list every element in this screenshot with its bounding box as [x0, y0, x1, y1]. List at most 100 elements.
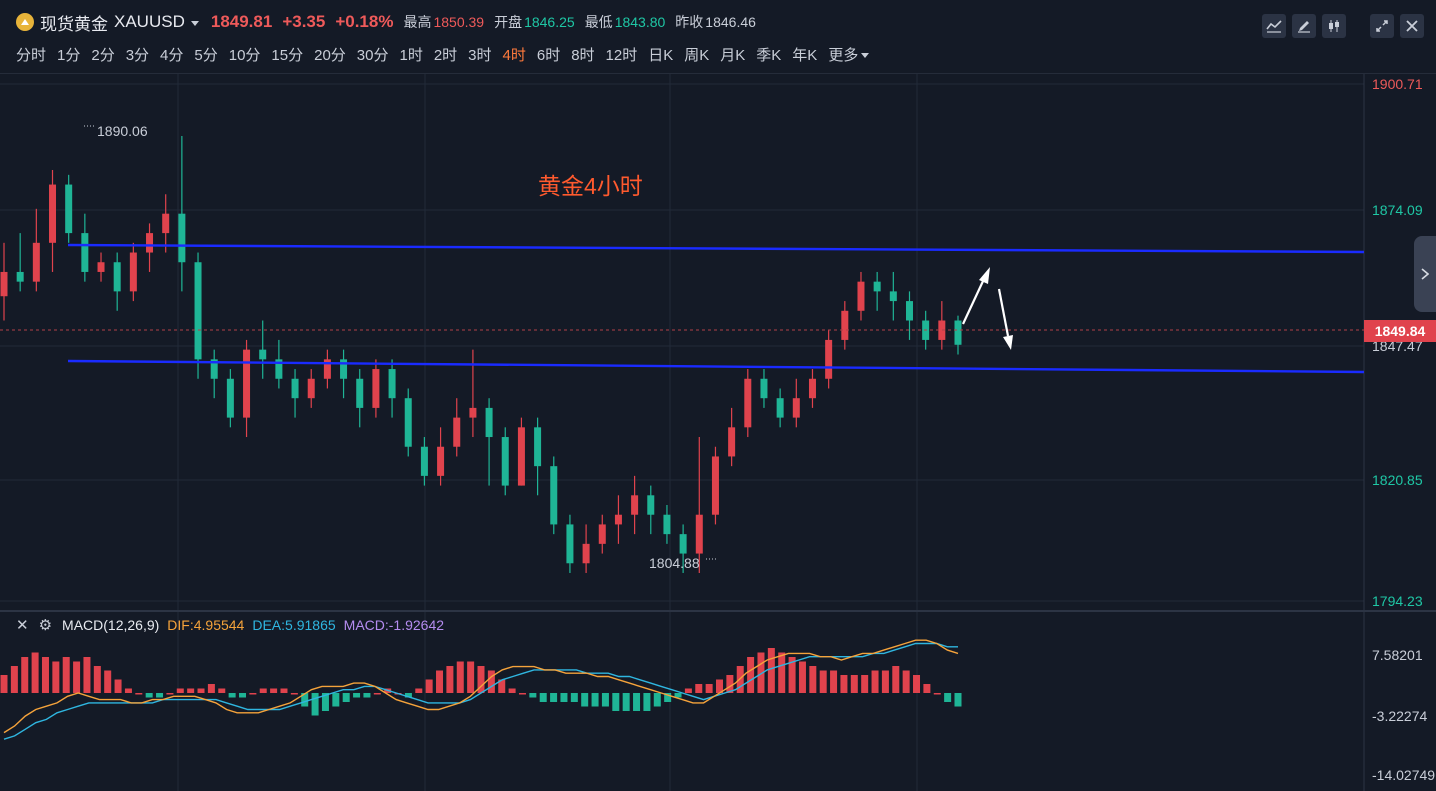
macd-bar: [415, 688, 423, 693]
high-value: 1850.39: [433, 14, 485, 30]
tab-period[interactable]: 更多: [828, 44, 870, 65]
candle: [16, 233, 24, 292]
candle-body: [792, 398, 800, 418]
open-label: 开盘: [494, 14, 523, 30]
tab-period[interactable]: 15分: [271, 44, 303, 65]
macd-chart[interactable]: 7.58201 -3.22274 -14.02749: [0, 612, 1436, 791]
open-value: 1846.25: [524, 14, 575, 30]
candle: [728, 407, 736, 467]
candle-body: [469, 407, 477, 418]
macd-bar: [850, 675, 858, 693]
draw-icon[interactable]: [1292, 14, 1316, 38]
candle: [49, 169, 57, 272]
close-icon[interactable]: [1400, 14, 1424, 38]
macd-bar: [176, 688, 184, 693]
macd-bar: [436, 670, 444, 693]
macd-dif: DIF:4.95544: [167, 617, 245, 633]
price-change-pct: +0.18%: [335, 12, 394, 31]
remove-indicator-icon[interactable]: ✕: [16, 616, 29, 634]
candle-body: [679, 534, 687, 554]
macd-bar: [695, 684, 703, 693]
candle: [146, 223, 154, 272]
macd-bar: [353, 693, 361, 698]
candle: [711, 446, 719, 525]
indicator-icon[interactable]: [1262, 14, 1286, 38]
macd-bar: [104, 670, 112, 693]
macd-bar: [622, 693, 630, 711]
candle: [323, 349, 331, 389]
macd-bar: [653, 693, 661, 707]
tab-period[interactable]: 分时: [16, 44, 46, 65]
macd-bar: [425, 679, 433, 693]
tab-period-label: 15分: [271, 46, 304, 64]
indicator-settings-icon[interactable]: ⚙: [39, 616, 52, 634]
candle: [469, 349, 477, 438]
symbol-name[interactable]: 现货黄金: [40, 10, 108, 35]
fullscreen-icon[interactable]: [1370, 14, 1394, 38]
macd-bar: [197, 688, 205, 693]
tab-period[interactable]: 3分: [126, 44, 149, 65]
open-stat: 开盘 1846.25: [494, 12, 575, 32]
tab-period[interactable]: 20分: [314, 44, 346, 65]
tab-period[interactable]: 10分: [229, 44, 261, 65]
tab-period[interactable]: 5分: [194, 44, 217, 65]
tab-period[interactable]: 30分: [357, 44, 389, 65]
candle: [582, 524, 590, 573]
symbol-dropdown-icon[interactable]: [190, 21, 199, 26]
macd-bar: [93, 666, 101, 693]
candle: [97, 252, 105, 282]
min-label: 1804.88: [649, 555, 700, 571]
tab-period[interactable]: 3时: [468, 44, 491, 65]
last-price: 1849.81: [210, 12, 273, 31]
candle-body: [841, 310, 849, 340]
tab-period[interactable]: 4分: [160, 44, 183, 65]
candle-body: [776, 398, 784, 418]
candle-body: [0, 271, 8, 297]
macd-bar: [705, 684, 713, 693]
tab-period-label: 8时: [571, 46, 595, 64]
side-panel-toggle[interactable]: [1414, 236, 1436, 312]
macd-axis: 7.58201 -3.22274 -14.02749: [1372, 647, 1435, 783]
macd-bar: [591, 693, 599, 707]
tab-period[interactable]: 6时: [537, 44, 560, 65]
candle: [792, 378, 800, 428]
candle-body: [711, 456, 719, 515]
candle: [65, 174, 73, 243]
candle: [663, 505, 671, 544]
candle-body: [485, 407, 493, 438]
tab-period[interactable]: 1时: [399, 44, 422, 65]
tab-period-label: 3时: [468, 46, 492, 64]
macd-bar: [21, 657, 29, 693]
tab-period[interactable]: 8时: [571, 44, 594, 65]
candle-body: [178, 213, 186, 263]
candle: [889, 271, 897, 321]
tab-period[interactable]: 1分: [57, 44, 80, 65]
macd-bar: [83, 657, 91, 693]
symbol-code[interactable]: XAUUSD: [114, 12, 185, 32]
tab-period-label: 5分: [194, 46, 218, 64]
macd-bar: [612, 693, 620, 711]
down-arrow: [997, 288, 1013, 350]
tab-period[interactable]: 12时: [606, 44, 638, 65]
tab-period[interactable]: 周K: [684, 44, 709, 65]
chart-grid: [0, 74, 1364, 610]
tab-period[interactable]: 季K: [756, 44, 781, 65]
tab-period[interactable]: 日K: [648, 44, 673, 65]
high-stat: 最高 1850.39: [403, 12, 484, 32]
candle: [129, 242, 137, 302]
tab-period[interactable]: 2时: [434, 44, 457, 65]
candle: [404, 388, 412, 457]
macd-bar: [819, 670, 827, 693]
candle: [420, 437, 428, 486]
macd-bar: [342, 693, 350, 702]
tab-period[interactable]: 月K: [720, 44, 745, 65]
candlestick-chart[interactable]: 1900.711874.091847.471820.851794.23 黄金4小…: [0, 74, 1436, 610]
tab-period-label: 季K: [756, 46, 782, 64]
high-label: 最高: [403, 14, 432, 30]
macd-bar: [954, 693, 962, 707]
macd-bar: [249, 693, 257, 695]
tab-period[interactable]: 年K: [792, 44, 817, 65]
tab-period[interactable]: 4时: [503, 44, 526, 65]
tab-period[interactable]: 2分: [91, 44, 114, 65]
candle-type-icon[interactable]: [1322, 14, 1346, 38]
